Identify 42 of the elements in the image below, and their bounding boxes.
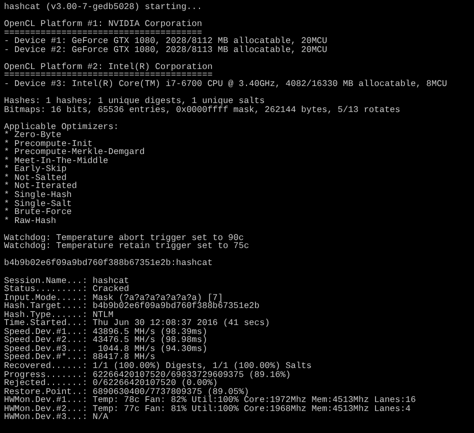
terminal-line: OpenCL Platform #2: Intel(R) Corporation	[4, 62, 213, 72]
terminal-line: Restore.Point..: 6890630400/7737809375 (89.05%)	[4, 388, 250, 396]
terminal-line: HWMon.Dev.#2...: Temp: 77c Fan: 81% Util:100% Core:1968Mhz Mem:4513Mhz Lanes:4	[4, 404, 411, 414]
terminal-line: b4b9b02e6f09a9bd760f388b67351e2b:hashcat	[4, 259, 213, 268]
terminal-line: Status.........: Cracked	[4, 285, 130, 294]
terminal-line: Watchdog: Temperature retain trigger set to 75c	[4, 242, 250, 251]
terminal-line: - Device #2: GeForce GTX 1080, 2028/8113 MB allocatable, 20MCU	[4, 46, 328, 54]
terminal-line: * Precompute-Init	[4, 140, 93, 148]
terminal-line: * Brute-Force	[4, 208, 72, 217]
terminal-line: Speed.Dev.#3...: 1044.8 MH/s (94.30ms)	[4, 344, 208, 354]
terminal-line: * Not-Salted	[4, 174, 67, 182]
terminal-line: Recovered......: 1/1 (100.00%) Digests, 1/1 (100.00%) Salts	[4, 362, 312, 371]
terminal-line: Bitmaps: 16 bits, 65536 entries, 0x0000ffff mask, 262144 bytes, 5/13 rotates	[4, 106, 400, 114]
terminal-line: * Not-Iterated	[4, 182, 77, 192]
terminal-line: * Zero-Byte	[4, 131, 62, 140]
terminal-line: - Device #1: GeForce GTX 1080, 2028/8112 MB allocatable, 20MCU	[4, 37, 328, 46]
terminal-line: Rejected.......: 0/62266420107520 (0.00%)	[4, 379, 218, 388]
terminal-line: Hashes: 1 hashes; 1 unique digests, 1 unique salts	[4, 97, 265, 106]
terminal-line: * Precompute-Merkle-Demgard	[4, 148, 145, 157]
terminal-line: OpenCL Platform #1: NVIDIA Corporation	[4, 20, 202, 29]
terminal-line: Input.Mode.....: Mask (?a?a?a?a?a?a?a) [7]	[4, 294, 223, 302]
terminal-line: ======================================	[4, 28, 202, 38]
terminal-line: * Single-Salt	[4, 200, 72, 208]
terminal-line: Hash.Type......: NTLM	[4, 310, 114, 320]
terminal-line: * Single-Hash	[4, 191, 72, 200]
terminal-line: HWMon.Dev.#1...: Temp: 78c Fan: 82% Util:100% Core:1972Mhz Mem:4513Mhz Lanes:16	[4, 396, 416, 405]
terminal-line: HWMon.Dev.#3...: N/A	[4, 413, 108, 422]
terminal-line: Watchdog: Temperature abort trigger set to 90c	[4, 234, 244, 242]
terminal-line: Progress.......: 62266420107520/69833729609375 (89.16%)	[4, 370, 291, 380]
terminal-line: - Device #3: Intel(R) Core(TM) i7-6700 CPU @ 3.40GHz, 4082/16330 MB allocatable, 8MCU	[4, 80, 448, 88]
terminal-line: Hash.Target....: b4b9b02e6f09a9bd760f388b67351e2b	[4, 302, 260, 311]
terminal-line: Applicable Optimizers:	[4, 122, 119, 132]
terminal-line: Session.Name...: hashcat	[4, 276, 130, 286]
terminal-line: * Raw-Hash	[4, 216, 56, 226]
terminal-line: ========================================	[4, 71, 213, 80]
terminal-line: Time.Started...: Thu Jun 30 12:08:37 2016 (41 secs)	[4, 319, 270, 328]
terminal-line: Speed.Dev.#*...: 88417.8 MH/s	[4, 353, 156, 362]
terminal-line: Speed.Dev.#1...: 43896.5 MH/s (98.39ms)	[4, 328, 208, 336]
terminal-line: hashcat (v3.00-7-gedb5028) starting...	[4, 3, 202, 12]
terminal-line: * Early-Skip	[4, 165, 67, 174]
terminal-line: Speed.Dev.#2...: 43476.5 MH/s (98.98ms)	[4, 336, 208, 345]
terminal-line: * Meet-In-The-Middle	[4, 156, 108, 166]
